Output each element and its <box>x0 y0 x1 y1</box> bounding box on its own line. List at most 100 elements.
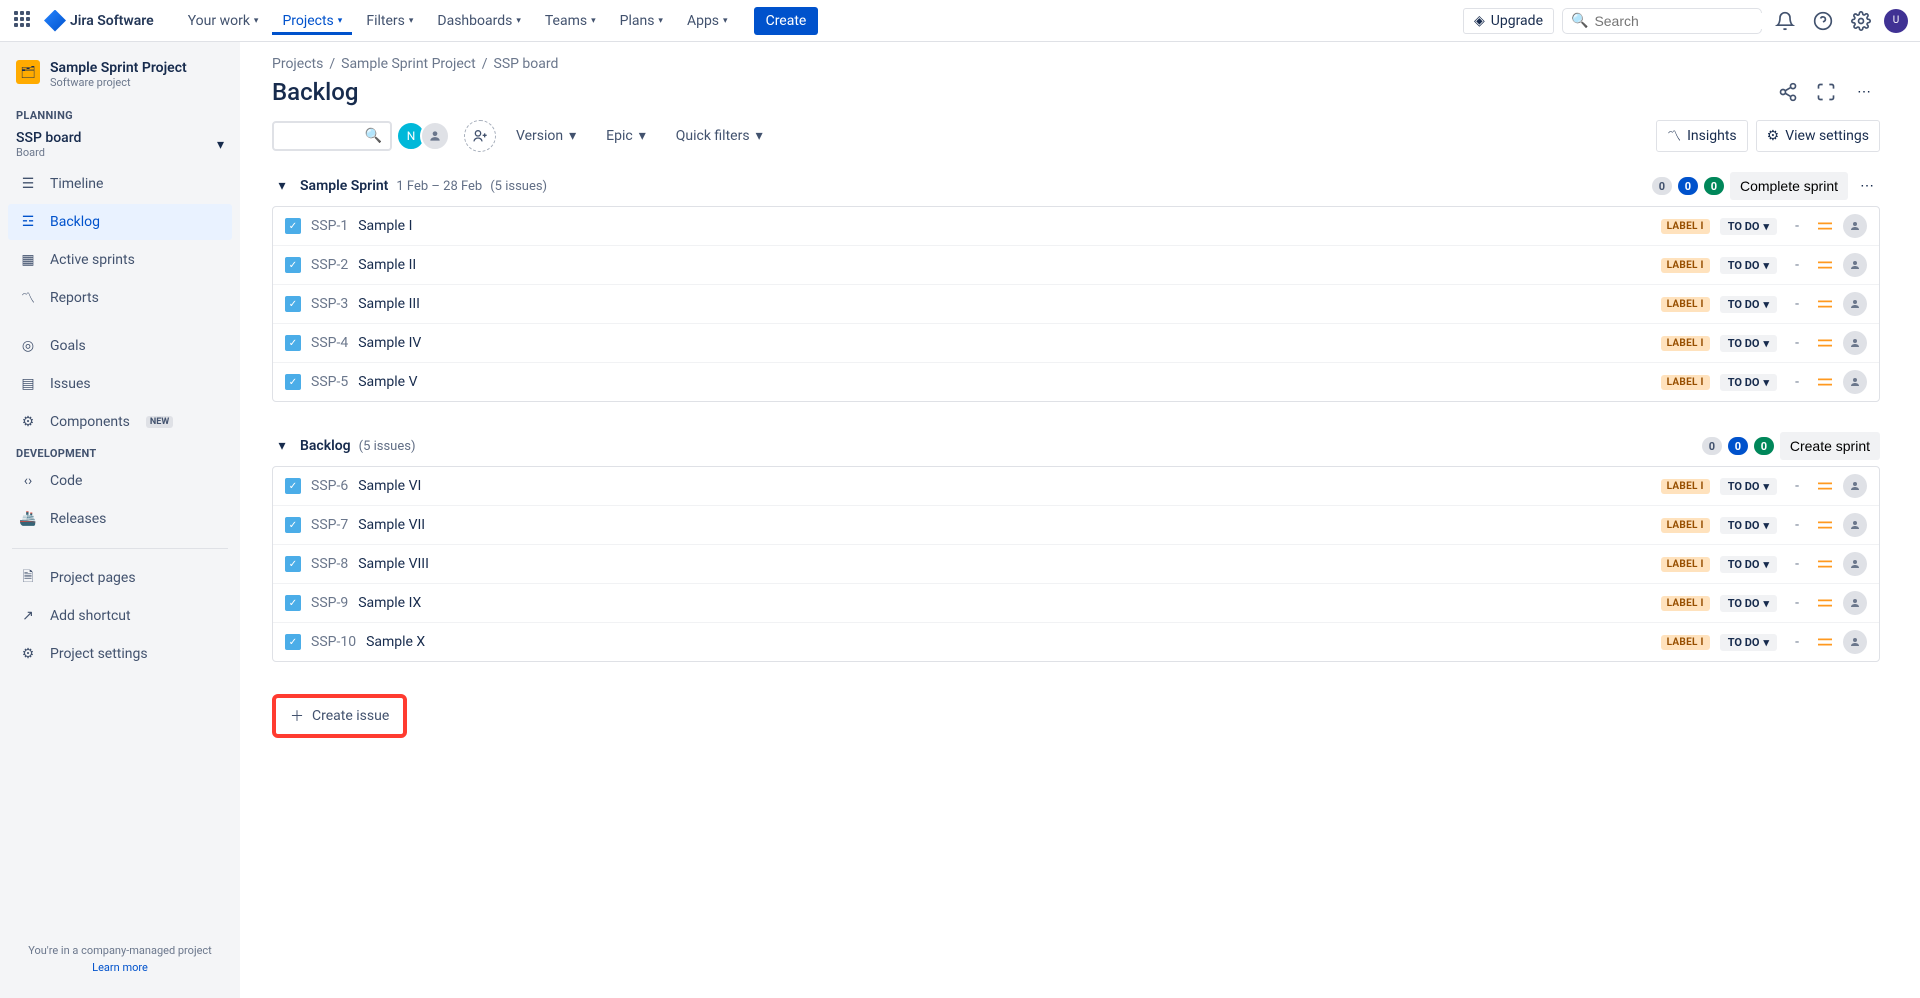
issue-summary[interactable]: Sample X <box>366 634 1651 650</box>
status-dropdown[interactable]: TO DO ▾ <box>1720 517 1777 534</box>
issue-label[interactable]: LABEL I <box>1661 219 1710 234</box>
share-icon[interactable] <box>1772 76 1804 108</box>
issue-key[interactable]: SSP-6 <box>311 478 348 494</box>
issue-label[interactable]: LABEL I <box>1661 518 1710 533</box>
issue-key[interactable]: SSP-8 <box>311 556 348 572</box>
status-dropdown[interactable]: TO DO ▾ <box>1720 556 1777 573</box>
inprogress-count[interactable]: 0 <box>1728 437 1748 455</box>
issue-row[interactable]: ✓ SSP-2 Sample II LABEL I TO DO ▾ - <box>273 246 1879 285</box>
issue-summary[interactable]: Sample VIII <box>358 556 1650 572</box>
quick-filters[interactable]: Quick filters▾ <box>666 122 773 150</box>
unassigned-avatar[interactable] <box>420 121 450 151</box>
assignee-avatar[interactable] <box>1843 552 1867 576</box>
issue-key[interactable]: SSP-10 <box>311 634 356 650</box>
version-filter[interactable]: Version▾ <box>506 122 586 150</box>
priority-medium-icon[interactable] <box>1817 257 1833 273</box>
sidebar-item-code[interactable]: ‹› Code <box>8 463 232 499</box>
status-dropdown[interactable]: TO DO ▾ <box>1720 335 1777 352</box>
done-count[interactable]: 0 <box>1754 437 1774 455</box>
estimate[interactable]: - <box>1787 478 1807 494</box>
assignee-avatar[interactable] <box>1843 253 1867 277</box>
nav-projects[interactable]: Projects▾ <box>272 7 352 35</box>
product-logo[interactable]: Jira Software <box>44 10 154 32</box>
issue-summary[interactable]: Sample IV <box>358 335 1650 351</box>
create-sprint-button[interactable]: Create sprint <box>1780 432 1880 460</box>
assignee-avatar[interactable] <box>1843 591 1867 615</box>
assignee-avatar[interactable] <box>1843 630 1867 654</box>
issue-label[interactable]: LABEL I <box>1661 557 1710 572</box>
help-icon[interactable] <box>1808 6 1838 36</box>
issue-key[interactable]: SSP-3 <box>311 296 348 312</box>
inprogress-count[interactable]: 0 <box>1678 177 1698 195</box>
view-settings-button[interactable]: ⚙View settings <box>1756 120 1880 152</box>
issue-summary[interactable]: Sample II <box>358 257 1650 273</box>
fullscreen-icon[interactable] <box>1810 76 1842 108</box>
issue-key[interactable]: SSP-7 <box>311 517 348 533</box>
profile-avatar[interactable]: U <box>1884 9 1908 33</box>
global-search[interactable]: 🔍 <box>1562 8 1762 34</box>
assignee-avatar[interactable] <box>1843 292 1867 316</box>
status-dropdown[interactable]: TO DO ▾ <box>1720 634 1777 651</box>
sidebar-item-timeline[interactable]: ☰ Timeline <box>8 166 232 202</box>
create-issue-button[interactable]: ＋ Create issue <box>278 700 401 732</box>
nav-apps[interactable]: Apps▾ <box>677 7 738 35</box>
nav-plans[interactable]: Plans▾ <box>610 7 673 35</box>
issue-key[interactable]: SSP-4 <box>311 335 348 351</box>
assignee-avatar[interactable] <box>1843 513 1867 537</box>
priority-medium-icon[interactable] <box>1817 335 1833 351</box>
issue-key[interactable]: SSP-2 <box>311 257 348 273</box>
add-people-button[interactable] <box>464 120 496 152</box>
estimate[interactable]: - <box>1787 218 1807 234</box>
status-dropdown[interactable]: TO DO ▾ <box>1720 218 1777 235</box>
issue-label[interactable]: LABEL I <box>1661 336 1710 351</box>
priority-medium-icon[interactable] <box>1817 517 1833 533</box>
priority-medium-icon[interactable] <box>1817 296 1833 312</box>
sidebar-item-issues[interactable]: ▤ Issues <box>8 366 232 402</box>
issue-label[interactable]: LABEL I <box>1661 479 1710 494</box>
collapse-toggle[interactable]: ▾ <box>272 436 292 456</box>
create-button[interactable]: Create <box>754 7 819 35</box>
settings-icon[interactable] <box>1846 6 1876 36</box>
issue-key[interactable]: SSP-1 <box>311 218 348 234</box>
epic-filter[interactable]: Epic▾ <box>596 122 656 150</box>
estimate[interactable]: - <box>1787 374 1807 390</box>
issue-row[interactable]: ✓ SSP-1 Sample I LABEL I TO DO ▾ - <box>273 207 1879 246</box>
estimate[interactable]: - <box>1787 335 1807 351</box>
issue-row[interactable]: ✓ SSP-6 Sample VI LABEL I TO DO ▾ - <box>273 467 1879 506</box>
nav-teams[interactable]: Teams▾ <box>535 7 606 35</box>
issue-row[interactable]: ✓ SSP-3 Sample III LABEL I TO DO ▾ - <box>273 285 1879 324</box>
nav-your-work[interactable]: Your work▾ <box>178 7 269 35</box>
nav-filters[interactable]: Filters▾ <box>356 7 423 35</box>
sidebar-item-goals[interactable]: ◎ Goals <box>8 328 232 364</box>
collapse-toggle[interactable]: ▾ <box>272 176 292 196</box>
complete-sprint-button[interactable]: Complete sprint <box>1730 172 1848 200</box>
issue-row[interactable]: ✓ SSP-7 Sample VII LABEL I TO DO ▾ - <box>273 506 1879 545</box>
issue-summary[interactable]: Sample IX <box>358 595 1650 611</box>
breadcrumb-projects[interactable]: Projects <box>272 56 323 72</box>
issue-label[interactable]: LABEL I <box>1661 596 1710 611</box>
insights-button[interactable]: 〽Insights <box>1656 120 1748 152</box>
sidebar-item-active-sprints[interactable]: ▦ Active sprints <box>8 242 232 278</box>
issue-row[interactable]: ✓ SSP-5 Sample V LABEL I TO DO ▾ - <box>273 363 1879 401</box>
issue-row[interactable]: ✓ SSP-10 Sample X LABEL I TO DO ▾ - <box>273 623 1879 661</box>
board-selector[interactable]: SSP board Board ▾ <box>8 124 232 165</box>
todo-count[interactable]: 0 <box>1652 177 1672 195</box>
issue-label[interactable]: LABEL I <box>1661 258 1710 273</box>
sidebar-item-project-settings[interactable]: ⚙ Project settings <box>8 636 232 672</box>
status-dropdown[interactable]: TO DO ▾ <box>1720 374 1777 391</box>
estimate[interactable]: - <box>1787 634 1807 650</box>
backlog-search[interactable]: 🔍 <box>272 121 392 151</box>
priority-medium-icon[interactable] <box>1817 634 1833 650</box>
nav-dashboards[interactable]: Dashboards▾ <box>427 7 530 35</box>
issue-summary[interactable]: Sample VI <box>358 478 1650 494</box>
sidebar-item-releases[interactable]: 🚢 Releases <box>8 501 232 537</box>
issue-summary[interactable]: Sample III <box>358 296 1650 312</box>
priority-medium-icon[interactable] <box>1817 218 1833 234</box>
assignee-avatar[interactable] <box>1843 474 1867 498</box>
sidebar-item-reports[interactable]: 〽 Reports <box>8 280 232 316</box>
priority-medium-icon[interactable] <box>1817 374 1833 390</box>
issue-label[interactable]: LABEL I <box>1661 635 1710 650</box>
issue-summary[interactable]: Sample VII <box>358 517 1650 533</box>
notifications-icon[interactable] <box>1770 6 1800 36</box>
more-menu-icon[interactable]: ⋯ <box>1848 76 1880 108</box>
